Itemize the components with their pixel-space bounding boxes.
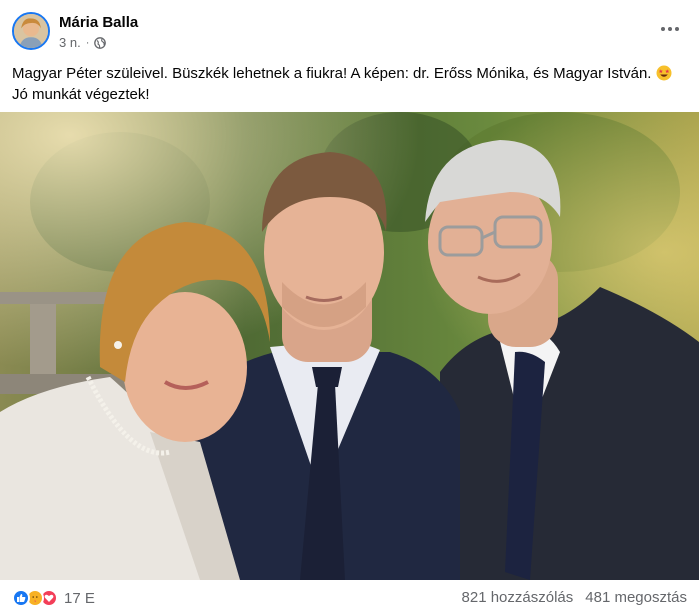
meta-separator: ·	[85, 36, 90, 49]
post-time[interactable]: 3 n.	[59, 35, 81, 50]
post-photo[interactable]	[0, 112, 699, 580]
post-text-tail: Jó munkát végeztek!	[12, 86, 150, 103]
engagement-stats: 821 hozzászólás 481 megosztás	[462, 589, 687, 606]
post-meta: 3 n. ·	[59, 35, 107, 50]
reaction-count[interactable]: 17 E	[64, 590, 95, 607]
like-icon	[12, 589, 30, 607]
more-options-button[interactable]	[655, 14, 685, 44]
globe-icon[interactable]	[94, 36, 107, 49]
post-header: Mária Balla 3 n. ·	[0, 0, 699, 60]
reaction-summary[interactable]: 17 E	[12, 589, 95, 607]
facebook-post: Mária Balla 3 n. · Magyar Péter szüleive…	[0, 0, 699, 616]
post-footer: 17 E 821 hozzászólás 481 megosztás	[0, 580, 699, 616]
comment-count[interactable]: 821 hozzászólás	[462, 589, 574, 606]
avatar[interactable]	[12, 12, 50, 50]
share-count[interactable]: 481 megosztás	[585, 589, 687, 606]
post-text-main: Magyar Péter szüleivel. Büszkék lehetnek…	[12, 65, 652, 82]
star-struck-emoji-icon	[656, 65, 672, 81]
author-name[interactable]: Mária Balla	[59, 14, 138, 31]
more-horizontal-icon	[661, 27, 679, 31]
post-text: Magyar Péter szüleivel. Büszkék lehetnek…	[12, 63, 690, 105]
